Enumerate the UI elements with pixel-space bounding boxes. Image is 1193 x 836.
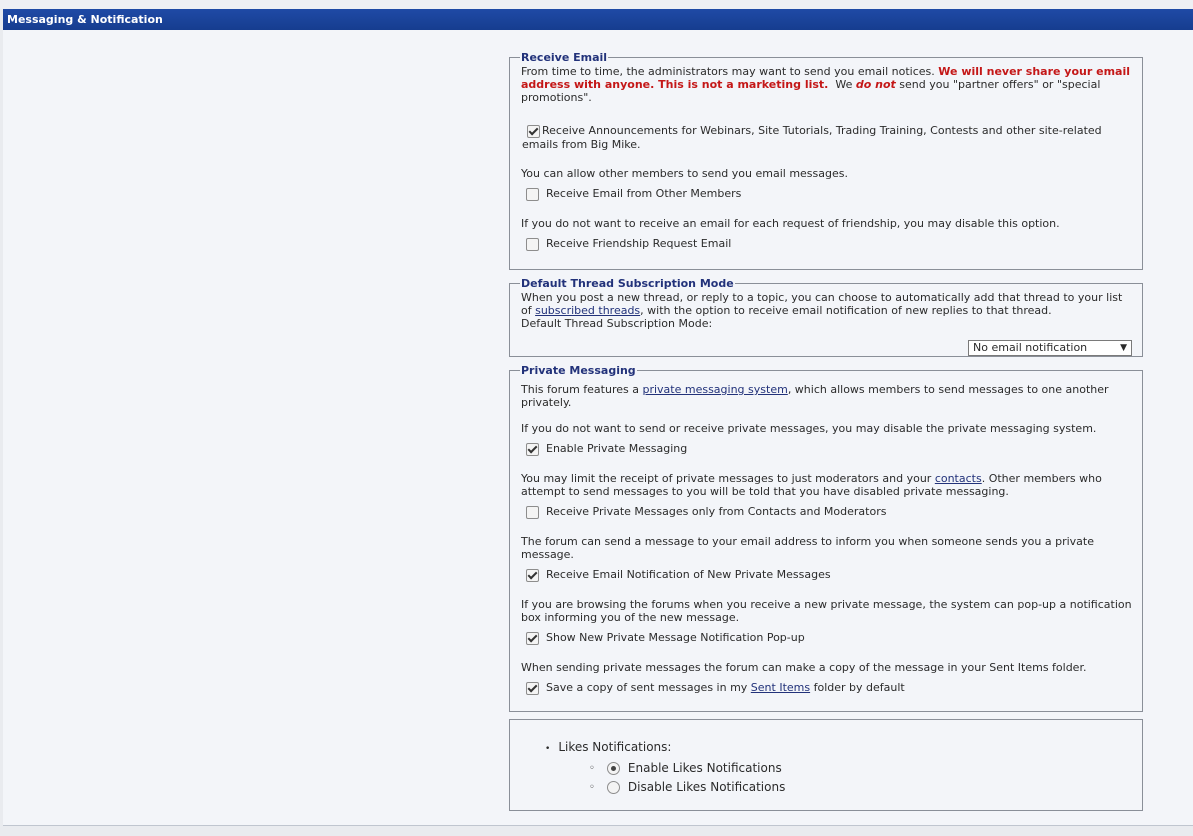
sent-copy-option[interactable]: Save a copy of sent messages in my Sent …: [521, 681, 1132, 695]
sent-items-link[interactable]: Sent Items: [751, 681, 810, 694]
email-notify-checkbox[interactable]: [526, 568, 539, 582]
thread-mode-label: Default Thread Subscription Mode:: [521, 317, 713, 330]
receive-email-group: Receive Email From time to time, the adm…: [509, 51, 1143, 270]
thread-subscription-legend: Default Thread Subscription Mode: [521, 277, 734, 290]
enable-pm-checkbox[interactable]: [526, 442, 539, 456]
bullet-icon: •: [545, 744, 551, 754]
sent-copy-label: Save a copy of sent messages in my Sent …: [546, 681, 905, 694]
subscribed-threads-link[interactable]: subscribed threads: [535, 304, 640, 317]
enable-likes-radio[interactable]: [606, 762, 620, 775]
likes-list: • Likes Notifications: ◦ Enable Likes Not…: [545, 738, 785, 797]
thread-subscription-text: When you post a new thread, or reply to …: [521, 291, 1123, 317]
contacts-only-label: Receive Private Messages only from Conta…: [546, 505, 887, 518]
circle-bullet-icon: ◦: [589, 763, 595, 774]
receive-email-intro: From time to time, the administrators ma…: [521, 65, 1131, 104]
receive-email-legend: Receive Email: [521, 51, 608, 64]
private-messaging-group: Private Messaging This forum features a …: [509, 364, 1143, 712]
enable-likes-label: Enable Likes Notifications: [627, 761, 782, 775]
announcements-checkbox[interactable]: [527, 125, 540, 138]
popup-option[interactable]: Show New Private Message Notification Po…: [521, 631, 1132, 645]
members-text: You can allow other members to send you …: [521, 167, 848, 180]
enable-pm-label: Enable Private Messaging: [546, 442, 688, 455]
pm-intro: This forum features a private messaging …: [521, 383, 1109, 409]
popup-label: Show New Private Message Notification Po…: [546, 631, 805, 644]
contacts-link[interactable]: contacts: [935, 472, 982, 485]
contacts-only-option[interactable]: Receive Private Messages only from Conta…: [521, 505, 1132, 519]
friendship-option[interactable]: Receive Friendship Request Email: [521, 237, 1132, 251]
circle-bullet-icon: ◦: [589, 782, 595, 793]
subscription-mode-value: No email notification: [973, 341, 1088, 354]
announcements-label: Receive Announcements for Webinars, Site…: [522, 124, 1102, 151]
enable-pm-option[interactable]: Enable Private Messaging: [521, 442, 1132, 456]
friendship-checkbox[interactable]: [526, 237, 539, 251]
announcements-option[interactable]: Receive Announcements for Webinars, Site…: [521, 124, 1132, 152]
thread-subscription-group: Default Thread Subscription Mode When yo…: [509, 277, 1143, 357]
sent-copy-checkbox[interactable]: [526, 681, 539, 695]
enable-likes-option[interactable]: ◦ Enable Likes Notifications: [589, 759, 785, 778]
chevron-down-icon: ▼: [1120, 343, 1127, 353]
pm-limit-text: You may limit the receipt of private mes…: [521, 472, 1102, 498]
members-option[interactable]: Receive Email from Other Members: [521, 187, 1132, 201]
private-messaging-legend: Private Messaging: [521, 364, 636, 377]
pm-sent-text: When sending private messages the forum …: [521, 661, 1087, 674]
likes-group: • Likes Notifications: ◦ Enable Likes Not…: [509, 719, 1143, 811]
section-title: Messaging & Notification: [7, 13, 163, 26]
pm-system-link[interactable]: private messaging system: [642, 383, 787, 396]
likes-heading: • Likes Notifications:: [545, 740, 672, 754]
disable-likes-label: Disable Likes Notifications: [627, 780, 786, 794]
members-checkbox[interactable]: [526, 187, 539, 201]
members-label: Receive Email from Other Members: [546, 187, 742, 200]
email-notify-option[interactable]: Receive Email Notification of New Privat…: [521, 568, 1132, 582]
disable-likes-option[interactable]: ◦ Disable Likes Notifications: [589, 778, 785, 797]
friendship-label: Receive Friendship Request Email: [546, 237, 732, 250]
contacts-only-checkbox[interactable]: [526, 505, 539, 519]
subscription-mode-select[interactable]: No email notification ▼: [968, 340, 1132, 356]
pm-email-notify-text: The forum can send a message to your ema…: [521, 535, 1095, 561]
popup-checkbox[interactable]: [526, 631, 539, 645]
top-strip: [0, 0, 1193, 9]
email-notify-label: Receive Email Notification of New Privat…: [546, 568, 831, 581]
pm-disable-text: If you do not want to send or receive pr…: [521, 422, 1097, 435]
friendship-text: If you do not want to receive an email f…: [521, 217, 1060, 230]
disable-likes-radio[interactable]: [606, 781, 620, 794]
section-title-bar: Messaging & Notification: [3, 9, 1193, 30]
pm-popup-text: If you are browsing the forums when you …: [521, 598, 1132, 624]
